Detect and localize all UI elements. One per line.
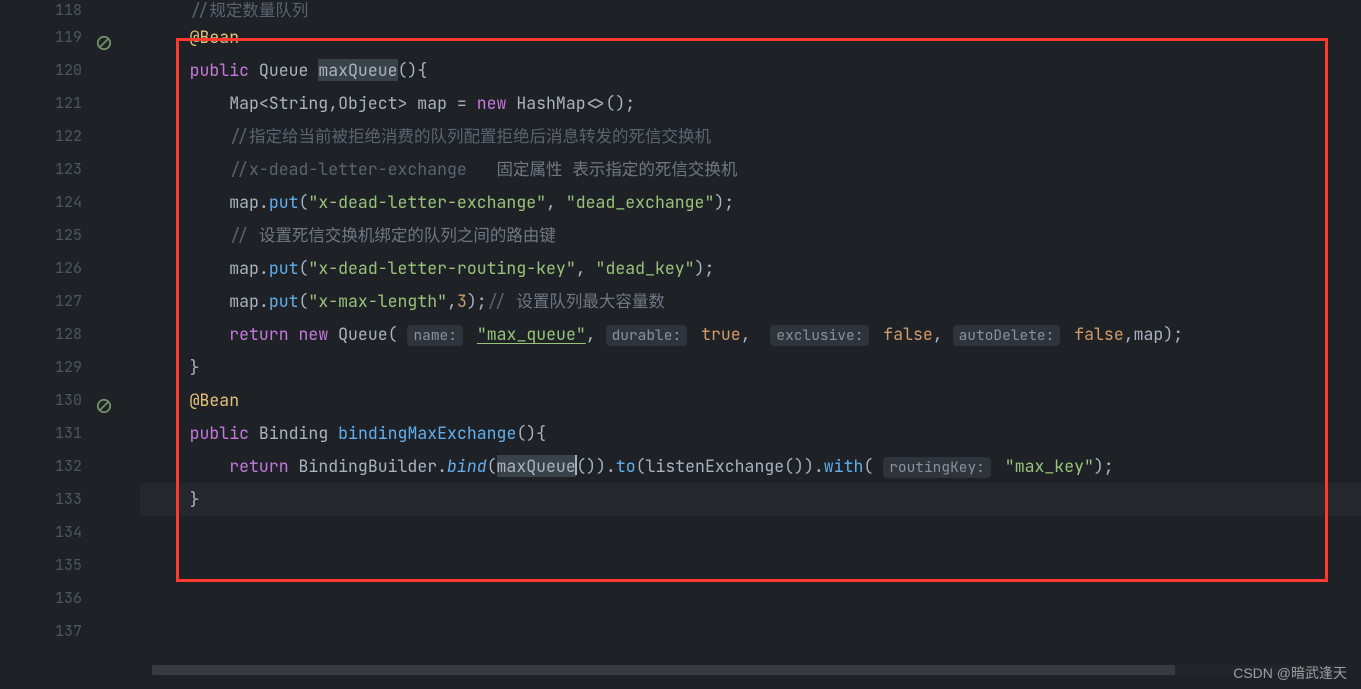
scrollbar-thumb[interactable] [152, 665, 1175, 675]
method-call: put [269, 257, 299, 279]
comment: //规定数量队列 [190, 0, 309, 21]
method-call: put [269, 191, 299, 213]
type: Queue [259, 59, 309, 81]
code-line[interactable] [140, 615, 1361, 648]
line-number: 133 [0, 483, 122, 516]
line-number: 127 [0, 285, 122, 318]
code-line[interactable]: //指定给当前被拒绝消费的队列配置拒绝后消息转发的死信交换机 [140, 120, 1361, 153]
horizontal-scrollbar[interactable] [152, 665, 1341, 675]
method-call: maxQueue [497, 455, 576, 477]
parameter-hint: autoDelete: [953, 325, 1061, 346]
line-number: 134 [0, 516, 122, 549]
string: "x-dead-letter-exchange" [308, 191, 546, 213]
line-number: 121 [0, 87, 122, 120]
parameter-hint: exclusive: [770, 325, 869, 346]
string: "x-dead-letter-routing-key" [308, 257, 575, 279]
method-call: to [616, 455, 636, 477]
parameter-hint: durable: [606, 325, 688, 346]
line-number: 122 [0, 120, 122, 153]
code-line[interactable]: return BindingBuilder.bind(maxQueue()).t… [140, 450, 1361, 483]
current-line-highlight [140, 483, 1361, 516]
gutter: 118 119 120 121 122 123 124 125 126 127 … [0, 0, 140, 689]
line-number: 128 [0, 318, 122, 351]
string: "max_key" [1005, 455, 1094, 477]
line-number: 120 [0, 54, 122, 87]
comment: //指定给当前被拒绝消费的队列配置拒绝后消息转发的死信交换机 [229, 125, 711, 147]
code-line[interactable] [140, 516, 1361, 549]
line-number: 126 [0, 252, 122, 285]
method-name: maxQueue [318, 59, 397, 81]
string: "dead_exchange" [566, 191, 715, 213]
parameter-hint: routingKey: [883, 457, 991, 478]
keyword: public [190, 422, 249, 444]
number: 3 [457, 290, 467, 312]
code-line[interactable]: public Binding bindingMaxExchange(){ [140, 417, 1361, 450]
code-line[interactable]: // 设置死信交换机绑定的队列之间的路由键 [140, 219, 1361, 252]
method-call: put [269, 290, 299, 312]
no-entry-icon [96, 30, 112, 46]
string: "dead_key" [596, 257, 695, 279]
code-line[interactable]: return new Queue( name: "max_queue", dur… [140, 318, 1361, 351]
keyword: return [229, 323, 288, 345]
watermark: CSDN @暗武逢天 [1233, 663, 1347, 683]
parameter-hint: name: [407, 325, 463, 346]
code-line[interactable]: @Bean [140, 384, 1361, 417]
code-line[interactable]: Map<String,Object> map = new HashMap<>()… [140, 87, 1361, 120]
code-line[interactable]: //x-dead-letter-exchange 固定属性 表示指定的死信交换机 [140, 153, 1361, 186]
code-line[interactable]: } [140, 351, 1361, 384]
boolean: false [1074, 323, 1124, 345]
code-line[interactable] [140, 582, 1361, 615]
keyword: new [477, 92, 507, 114]
code-editor[interactable]: 118 119 120 121 122 123 124 125 126 127 … [0, 0, 1361, 689]
line-number: 131 [0, 417, 122, 450]
method-call: bind [447, 455, 487, 477]
text: (){ [398, 59, 428, 81]
keyword: return [229, 455, 288, 477]
line-number: 129 [0, 351, 122, 384]
code-line[interactable] [140, 549, 1361, 582]
code-line[interactable]: public Queue maxQueue(){ [140, 54, 1361, 87]
line-number: 125 [0, 219, 122, 252]
code-line[interactable]: map.put("x-dead-letter-routing-key", "de… [140, 252, 1361, 285]
line-number: 123 [0, 153, 122, 186]
code-content[interactable]: //规定数量队列 @Bean public Queue maxQueue(){ … [140, 0, 1361, 689]
line-number: 135 [0, 549, 122, 582]
method-call: with [824, 455, 864, 477]
comment: //x-dead-letter-exchange [229, 158, 496, 180]
method-name: bindingMaxExchange [338, 422, 516, 444]
keyword: public [190, 59, 249, 81]
code-line[interactable]: @Bean [140, 21, 1361, 54]
line-number: 118 [0, 0, 122, 21]
boolean: true [701, 323, 741, 345]
code-line[interactable]: map.put("x-max-length",3);// 设置队列最大容量数 [140, 285, 1361, 318]
code-line[interactable]: //规定数量队列 [140, 0, 1361, 21]
line-number: 132 [0, 450, 122, 483]
annotation: @Bean [190, 389, 240, 411]
keyword: new [299, 323, 329, 345]
code-line[interactable]: map.put("x-dead-letter-exchange", "dead_… [140, 186, 1361, 219]
no-entry-icon [96, 393, 112, 409]
boolean: false [883, 323, 933, 345]
line-number: 119 [0, 21, 122, 54]
string: "x-max-length" [308, 290, 447, 312]
line-number: 136 [0, 582, 122, 615]
line-number: 130 [0, 384, 122, 417]
string: "max_queue" [477, 323, 586, 345]
line-number: 137 [0, 615, 122, 648]
annotation: @Bean [190, 26, 240, 48]
line-number: 124 [0, 186, 122, 219]
